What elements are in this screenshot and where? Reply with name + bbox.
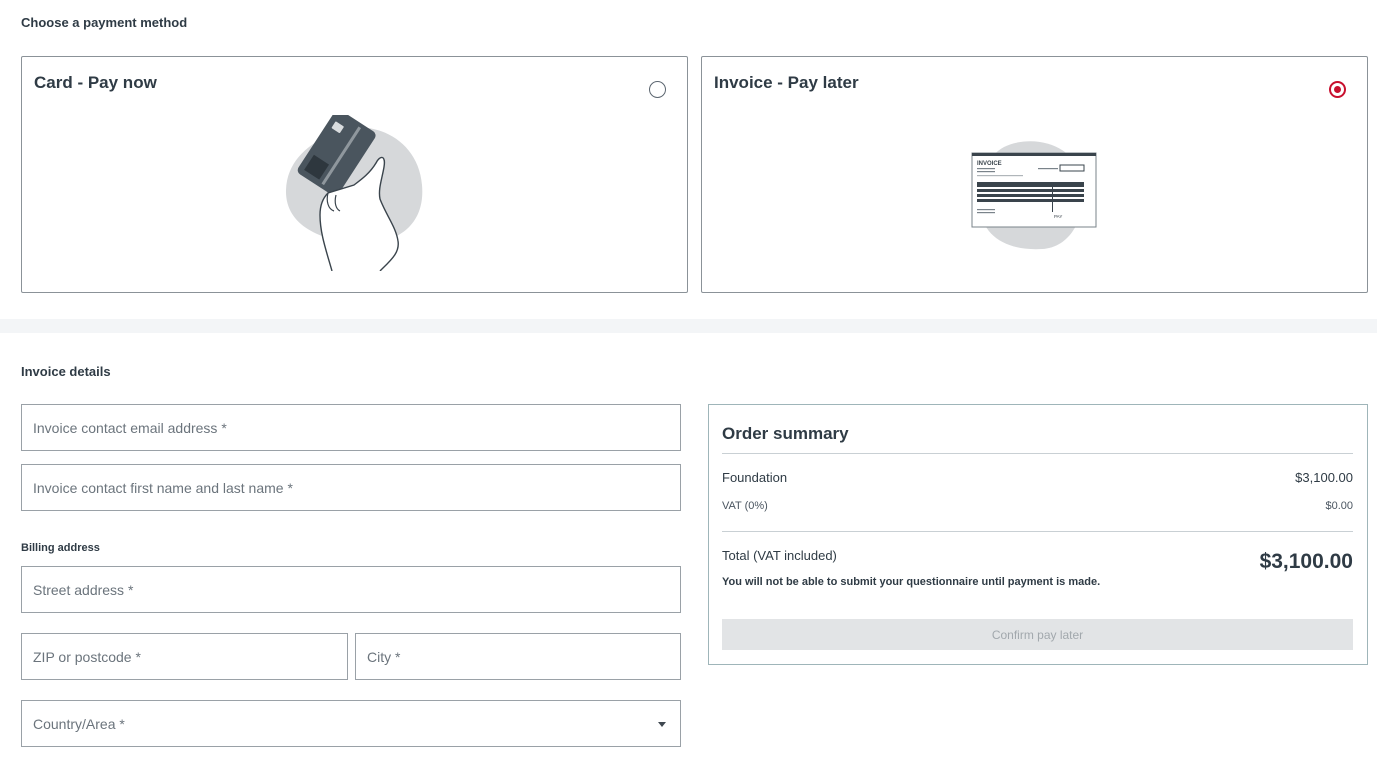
caret-down-icon <box>658 722 666 727</box>
credit-card-hand-icon <box>285 115 423 271</box>
summary-divider <box>722 453 1353 454</box>
total-amount: $3,100.00 <box>1259 550 1353 573</box>
payment-method-heading: Choose a payment method <box>21 15 188 30</box>
invoice-name-input[interactable]: Invoice contact first name and last name… <box>21 464 681 511</box>
payment-note: You will not be able to submit your ques… <box>722 576 1101 588</box>
invoice-option-title: Invoice - Pay later <box>714 73 859 92</box>
country-placeholder: Country/Area * <box>33 715 125 732</box>
summary-vat-row: VAT (0%) $0.00 <box>722 500 1353 512</box>
vat-amount: $0.00 <box>1325 500 1353 512</box>
invoice-email-input[interactable]: Invoice contact email address * <box>21 404 681 451</box>
order-summary-title: Order summary <box>722 424 849 443</box>
invoice-details-heading: Invoice details <box>21 364 111 379</box>
vat-label: VAT (0%) <box>722 500 768 512</box>
item-label: Foundation <box>722 470 788 485</box>
section-divider <box>0 319 1377 333</box>
invoice-document-icon: INVOICE PAY <box>971 141 1097 250</box>
summary-total-row: Total (VAT included) $3,100.00 <box>722 548 1353 574</box>
item-amount: $3,100.00 <box>1295 470 1353 485</box>
order-summary-panel: Order summary Foundation $3,100.00 VAT (… <box>708 404 1368 665</box>
street-placeholder: Street address * <box>33 581 134 598</box>
card-pay-now-option[interactable]: Card - Pay now <box>21 56 688 293</box>
city-placeholder: City * <box>367 648 401 665</box>
summary-divider <box>722 531 1353 532</box>
card-option-radio[interactable] <box>649 81 666 98</box>
invoice-doc-pay: PAY <box>1054 214 1062 219</box>
invoice-name-placeholder: Invoice contact first name and last name… <box>33 479 293 496</box>
invoice-doc-title: INVOICE <box>977 161 1002 167</box>
zip-placeholder: ZIP or postcode * <box>33 648 141 665</box>
invoice-email-placeholder: Invoice contact email address * <box>33 419 227 436</box>
street-address-input[interactable]: Street address * <box>21 566 681 613</box>
invoice-pay-later-option[interactable]: Invoice - Pay later INVOICE PAY <box>701 56 1368 293</box>
city-input[interactable]: City * <box>355 633 681 680</box>
card-option-title: Card - Pay now <box>34 73 157 92</box>
zip-postcode-input[interactable]: ZIP or postcode * <box>21 633 348 680</box>
confirm-pay-later-button[interactable]: Confirm pay later <box>722 619 1353 650</box>
invoice-option-radio-selected[interactable] <box>1329 81 1346 98</box>
summary-item-row: Foundation $3,100.00 <box>722 470 1353 485</box>
country-area-select[interactable]: Country/Area * <box>21 700 681 747</box>
total-label: Total (VAT included) <box>722 548 837 563</box>
billing-address-label: Billing address <box>21 542 100 554</box>
